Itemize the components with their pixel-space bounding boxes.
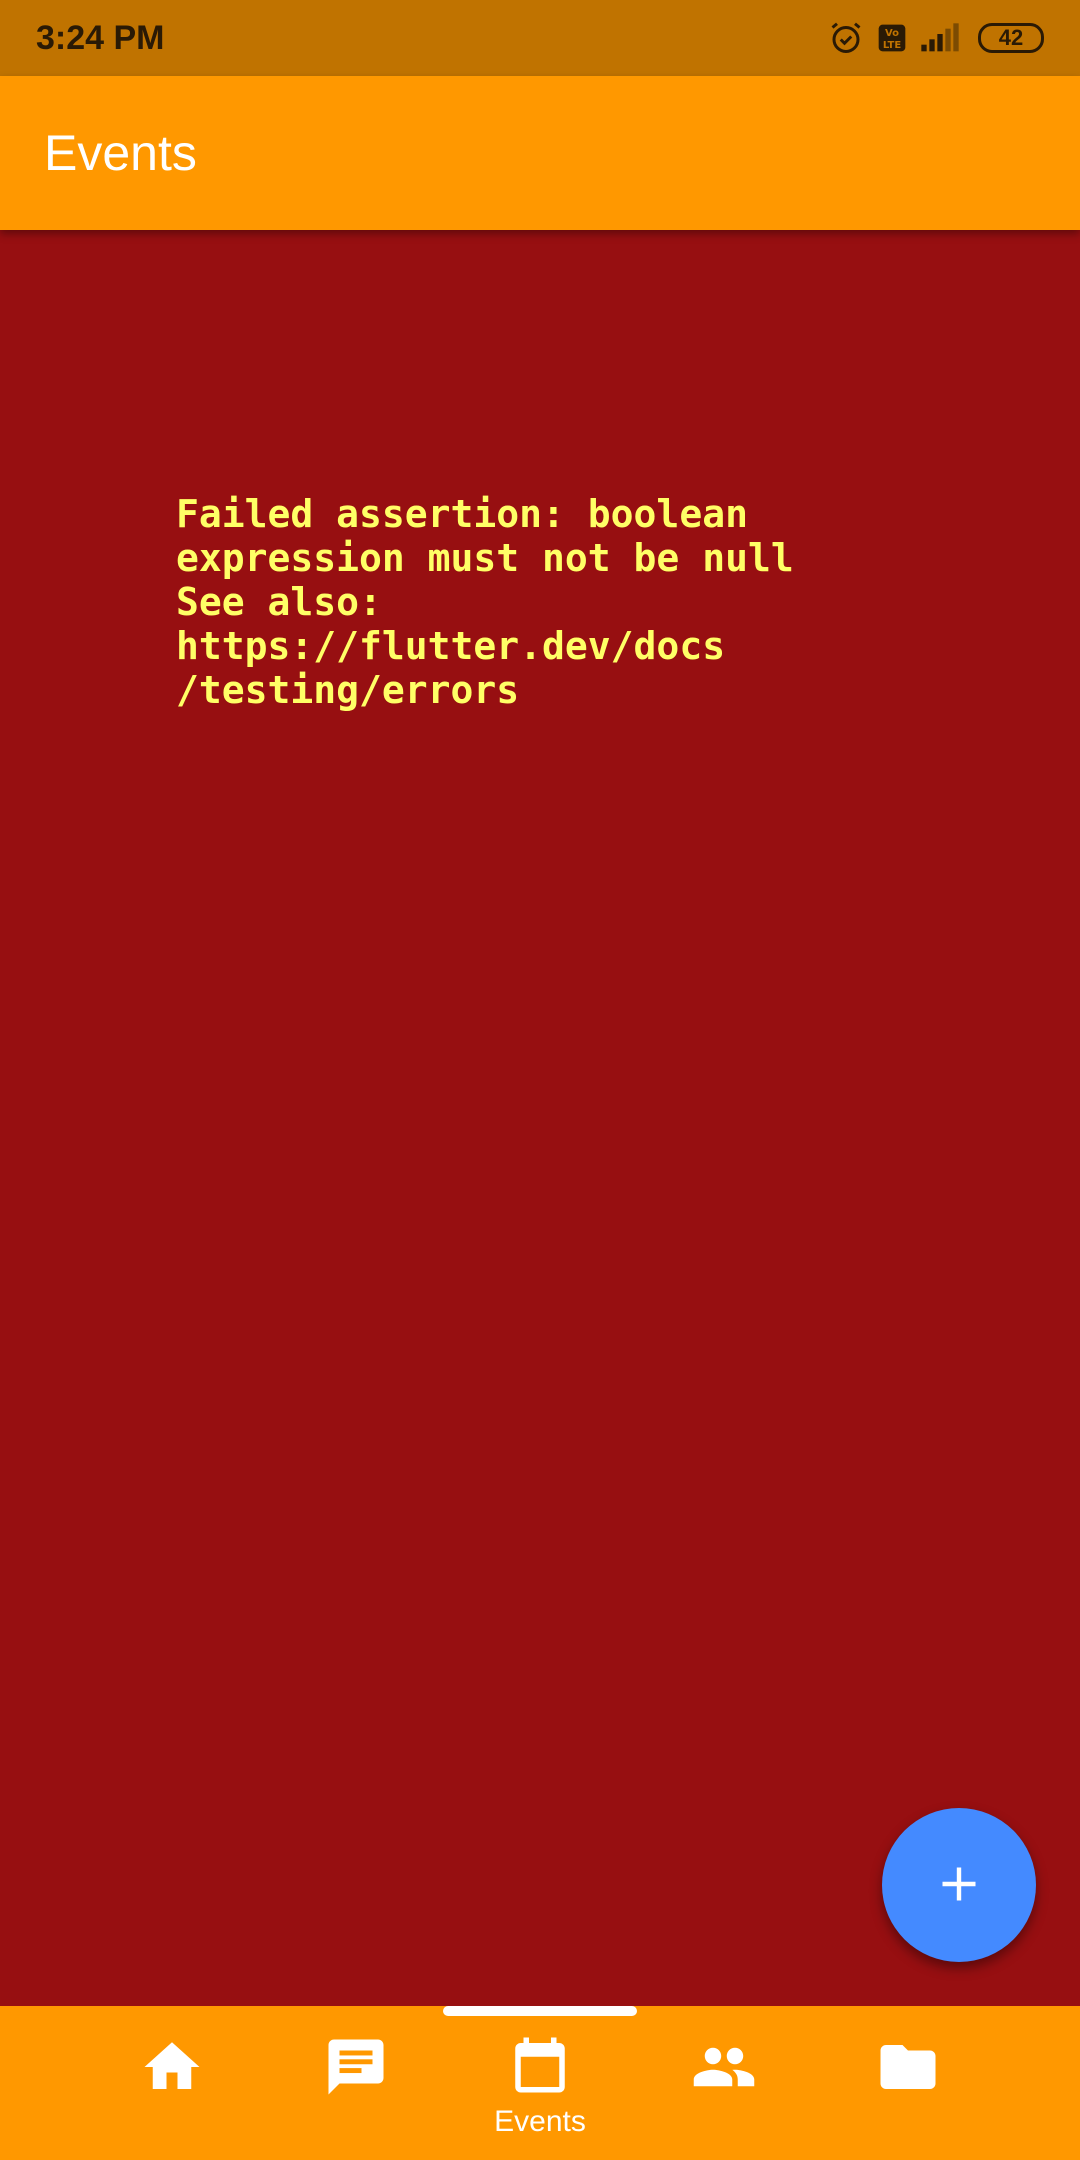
- chat-icon: [323, 2034, 389, 2105]
- nav-item-events[interactable]: Events: [465, 2006, 615, 2160]
- page-title: Events: [44, 125, 197, 181]
- status-icons: Vo LTE 42: [828, 20, 1044, 56]
- alarm-icon: [828, 20, 864, 56]
- home-icon: [139, 2034, 205, 2105]
- bottom-nav: Events: [0, 2006, 1080, 2160]
- nav-item-people[interactable]: [649, 2006, 799, 2160]
- nav-item-label: Events: [494, 2105, 586, 2138]
- battery-level: 42: [998, 25, 1024, 50]
- status-bar: 3:24 PM Vo LTE 42: [0, 0, 1080, 76]
- svg-text:LTE: LTE: [883, 40, 902, 51]
- home-indicator[interactable]: [443, 2006, 637, 2016]
- screen: 3:24 PM Vo LTE 42 Events Failed assertio…: [0, 0, 1080, 2160]
- status-time: 3:24 PM: [36, 18, 165, 57]
- add-event-button[interactable]: [882, 1808, 1036, 1962]
- folder-icon: [875, 2034, 941, 2105]
- plus-icon: [937, 1862, 981, 1909]
- signal-icon: [920, 22, 960, 54]
- app-bar: Events: [0, 76, 1080, 230]
- battery-icon: 42: [978, 23, 1044, 53]
- svg-text:Vo: Vo: [885, 28, 899, 39]
- nav-item-chat[interactable]: [281, 2006, 431, 2160]
- volte-icon: Vo LTE: [876, 22, 908, 54]
- people-icon: [689, 2034, 759, 2105]
- nav-item-files[interactable]: [833, 2006, 983, 2160]
- calendar-icon: [507, 2032, 573, 2103]
- nav-item-home[interactable]: [97, 2006, 247, 2160]
- error-message: Failed assertion: boolean expression mus…: [176, 492, 794, 712]
